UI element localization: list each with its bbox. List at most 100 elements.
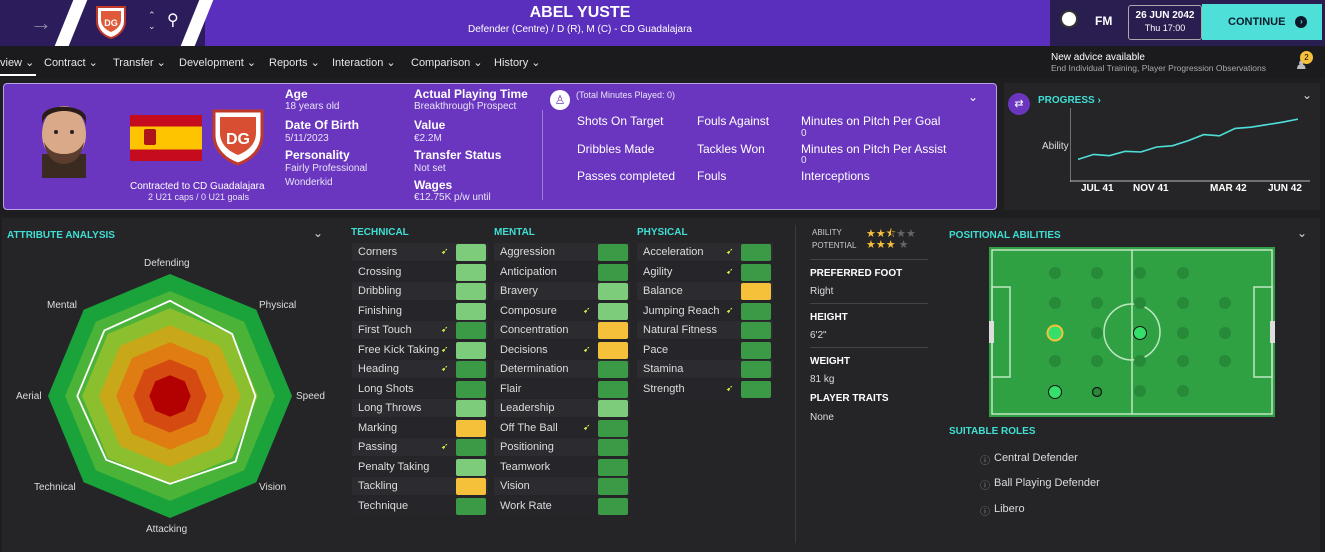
role-item[interactable]: Central Defender: [994, 452, 1078, 464]
potential-stars: ★★★ ★: [866, 239, 909, 251]
age-label: Age: [285, 87, 308, 101]
tab-overview[interactable]: view ⌄: [0, 56, 34, 69]
tab-label: Transfer: [113, 57, 154, 69]
tab-contract[interactable]: Contract ⌄: [44, 56, 98, 69]
attribute-name: Work Rate: [500, 499, 552, 512]
highlight-icon: ➹: [726, 246, 734, 256]
suitable-roles-title: SUITABLE ROLES: [949, 426, 1036, 437]
tab-label: History: [494, 57, 529, 69]
attribute-name: Vision: [500, 480, 530, 492]
attribute-name: Anticipation: [500, 265, 557, 278]
highlight-icon: ➹: [441, 363, 449, 373]
attribute-rating-box: [741, 322, 771, 339]
tab-reports[interactable]: Reports ⌄: [269, 56, 320, 69]
attribute-rating-box: [741, 263, 771, 281]
attribute-name: Stamina: [643, 363, 684, 375]
highlight-icon: ➹: [726, 265, 734, 276]
attribute-rating-box: [598, 302, 628, 320]
attribute-rating-box: [456, 458, 486, 476]
stat-label: Interceptions: [801, 169, 870, 183]
attribute-name: Composure: [500, 304, 557, 317]
tab-history[interactable]: History ⌄: [494, 56, 541, 69]
club-crest-icon[interactable]: DG: [93, 4, 129, 40]
personality-value: Fairly Professional: [285, 163, 368, 174]
highlight-icon: ➹: [583, 343, 591, 354]
positional-expand-icon[interactable]: ⌄: [1297, 226, 1307, 240]
attribute-rating-box: [456, 283, 486, 300]
info-icon[interactable]: ⓘ: [980, 477, 990, 492]
tab-label: Reports: [269, 57, 308, 69]
back-arrow-icon[interactable]: →: [30, 10, 52, 36]
progress-expand-icon[interactable]: ⌄: [1302, 88, 1312, 102]
attribute-analysis-expand-icon[interactable]: ⌄: [313, 226, 323, 240]
attribute-rating-box: [741, 283, 771, 300]
radar-axis-label: Physical: [259, 300, 297, 311]
attribute-name: Teamwork: [500, 460, 551, 473]
section-divider: [795, 225, 796, 543]
advice-title[interactable]: New advice available: [1051, 52, 1145, 63]
radar-axis-label: Aerial: [16, 391, 42, 402]
highlight-icon: ➹: [726, 304, 734, 315]
search-icon[interactable]: ⚲: [167, 10, 179, 30]
tab-development[interactable]: Development ⌄: [179, 56, 256, 69]
continue-button[interactable]: CONTINUE ›: [1202, 4, 1322, 40]
attribute-name: Leadership: [500, 402, 555, 414]
stats-expand-icon[interactable]: ⌄: [968, 90, 978, 104]
caps-text: 2 U21 caps / 0 U21 goals: [148, 192, 250, 202]
weight-label: WEIGHT: [810, 356, 850, 367]
attribute-rating-box: [456, 497, 486, 515]
physical-title: PHYSICAL: [637, 227, 688, 238]
current-time: Thu 17:00: [1144, 23, 1186, 33]
tab-interaction[interactable]: Interaction ⌄: [332, 56, 396, 69]
player-name: ABEL YUSTE: [529, 4, 631, 21]
advice-count-badge: 2: [1300, 51, 1313, 64]
height-value: 6'2": [810, 330, 827, 341]
attribute-name: Jumping Reach: [643, 304, 720, 317]
attribute-rating-box: [598, 283, 628, 300]
tab-transfer[interactable]: Transfer ⌄: [113, 56, 166, 69]
panel-divider: [542, 110, 543, 200]
dob-value: 5/11/2023: [285, 133, 329, 144]
stat-label: Tackles Won: [697, 142, 765, 156]
ability-label: ABILITY: [812, 228, 842, 237]
stat-label: Passes completed: [577, 169, 676, 183]
club-badge[interactable]: DG: [210, 107, 266, 167]
svg-text:DG: DG: [226, 131, 250, 148]
progress-chart: [1070, 108, 1310, 182]
attribute-rating-box: [598, 361, 628, 378]
player-positions: Defender (Centre) / D (R), M (C) - CD Gu…: [468, 24, 692, 35]
stat-label: Shots On Target: [577, 114, 664, 128]
role-item[interactable]: Libero: [994, 503, 1025, 515]
attribute-rating-box: [598, 263, 628, 281]
attribute-rating-box: [456, 380, 486, 398]
svg-text:DG: DG: [104, 18, 118, 28]
info-icon[interactable]: ⓘ: [980, 503, 990, 518]
sort-chevrons-icon[interactable]: ⌃ ⌄: [148, 10, 156, 32]
fm-logo[interactable]: FM: [1095, 14, 1112, 28]
progress-xlabel: MAR 42: [1210, 183, 1247, 194]
progress-title[interactable]: PROGRESS ›: [1038, 95, 1101, 106]
attribute-rating-box: [456, 302, 486, 320]
attribute-name: Corners: [358, 246, 398, 258]
attribute-rating-box: [456, 361, 486, 378]
age-value: 18 years old: [285, 101, 340, 112]
player-traits-value: None: [810, 412, 834, 423]
progress-line: [1077, 118, 1299, 161]
attribute-rating-box: [456, 478, 486, 495]
radar-axis-label: Vision: [259, 482, 287, 493]
tab-comparison[interactable]: Comparison ⌄: [411, 56, 483, 69]
wages-label: Wages: [414, 178, 453, 192]
attribute-rating-box: [456, 341, 486, 359]
tab-label: Contract: [44, 57, 86, 69]
advice-detail: End Individual Training, Player Progress…: [1051, 63, 1266, 73]
info-icon[interactable]: ⓘ: [980, 452, 990, 467]
attribute-name: Bravery: [500, 285, 538, 297]
attribute-name: Concentration: [500, 324, 569, 336]
football-icon[interactable]: [1060, 10, 1078, 28]
progress-xlabel: JUL 41: [1081, 183, 1114, 194]
stat-label: Fouls: [697, 169, 727, 183]
attribute-rating-box: [456, 244, 486, 261]
role-item[interactable]: Ball Playing Defender: [994, 477, 1100, 489]
progress-ylabel: Ability: [1042, 141, 1069, 152]
attribute-rating-box: [741, 380, 771, 398]
